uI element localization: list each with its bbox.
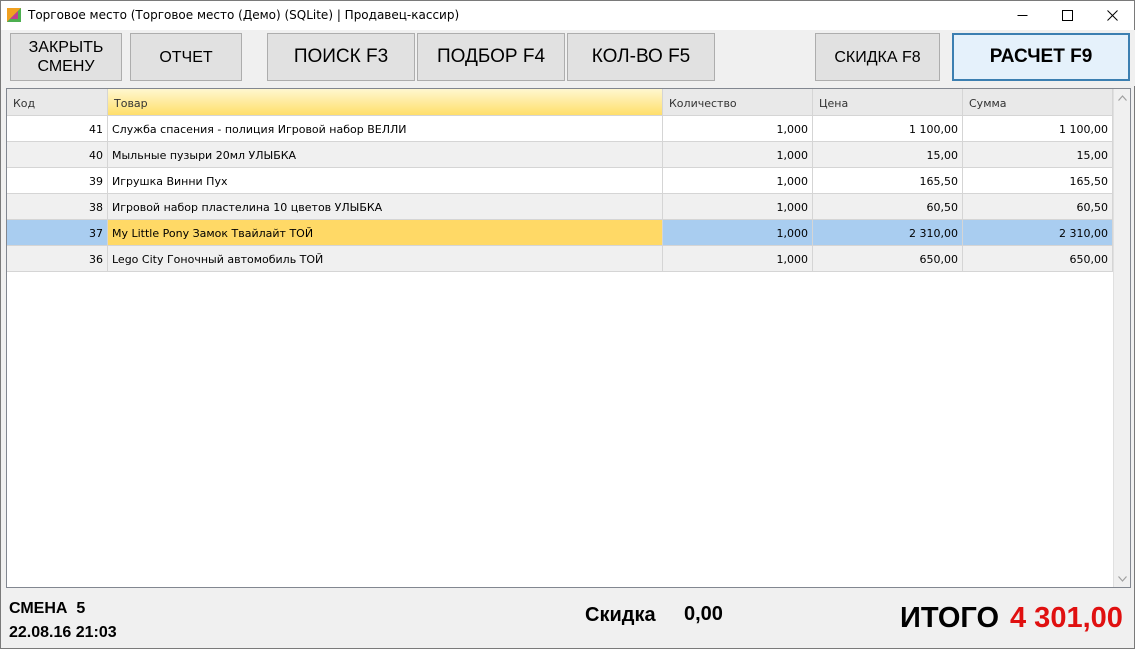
window-title: Торговое место (Торговое место (Демо) (S…: [28, 8, 460, 22]
cell-code: 40: [7, 142, 108, 168]
cell-quantity: 1,000: [663, 142, 813, 168]
cell-sum: 1 100,00: [963, 116, 1113, 142]
cell-price: 2 310,00: [813, 220, 963, 246]
app-icon: [7, 8, 21, 22]
report-label: ОТЧЕТ: [159, 48, 213, 66]
search-button[interactable]: ПОИСК F3: [267, 33, 415, 81]
cell-sum: 60,50: [963, 194, 1113, 220]
column-header-quantity[interactable]: Количество: [663, 89, 813, 116]
search-label: ПОИСК F3: [293, 46, 389, 67]
cell-price: 165,50: [813, 168, 963, 194]
cell-name: Служба спасения - полиция Игровой набор …: [108, 116, 663, 142]
cell-name: Игрушка Винни Пух: [108, 168, 663, 194]
shift-datetime: 22.08.16 21:03: [9, 624, 117, 641]
discount-label: Скидка: [585, 604, 656, 626]
close-button[interactable]: [1089, 1, 1135, 30]
table-row-selected[interactable]: 37 My Little Pony Замок Твайлайт ТОЙ 1,0…: [7, 220, 1113, 246]
column-header-code[interactable]: Код: [7, 89, 108, 116]
vertical-scrollbar[interactable]: [1113, 89, 1130, 587]
cell-sum: 15,00: [963, 142, 1113, 168]
scroll-down-button[interactable]: [1114, 570, 1130, 587]
cell-quantity: 1,000: [663, 116, 813, 142]
discount-button-label: СКИДКА F8: [834, 48, 921, 66]
minimize-button[interactable]: [999, 1, 1045, 30]
cell-code: 37: [7, 220, 108, 246]
select-button[interactable]: ПОДБОР F4: [417, 33, 565, 81]
table-row[interactable]: 36 Lego City Гоночный автомобиль ТОЙ 1,0…: [7, 246, 1113, 272]
title-bar: Торговое место (Торговое место (Демо) (S…: [1, 1, 1134, 30]
cell-quantity: 1,000: [663, 194, 813, 220]
maximize-button[interactable]: [1044, 1, 1090, 30]
cell-sum: 2 310,00: [963, 220, 1113, 246]
shift-number: СМЕНА 5: [9, 600, 86, 617]
app-window: Торговое место (Торговое место (Демо) (S…: [0, 0, 1135, 649]
table-row[interactable]: 38 Игровой набор пластелина 10 цветов УЛ…: [7, 194, 1113, 220]
total-label: ИТОГО: [900, 602, 1000, 634]
report-button[interactable]: ОТЧЕТ: [130, 33, 242, 81]
chevron-up-icon: [1118, 94, 1127, 101]
cell-name: Игровой набор пластелина 10 цветов УЛЫБК…: [108, 194, 663, 220]
cell-name: Мыльные пузыри 20мл УЛЫБКА: [108, 142, 663, 168]
cell-price: 60,50: [813, 194, 963, 220]
cell-code: 36: [7, 246, 108, 272]
discount-value: 0,00: [684, 603, 723, 625]
total-value: 4 301,00: [1010, 602, 1123, 634]
checkout-button[interactable]: РАСЧЕТ F9: [952, 33, 1130, 81]
select-label: ПОДБОР F4: [436, 46, 546, 67]
column-header-name[interactable]: Товар: [108, 89, 663, 116]
cell-code: 39: [7, 168, 108, 194]
cell-quantity: 1,000: [663, 168, 813, 194]
cell-code: 38: [7, 194, 108, 220]
cell-code: 41: [7, 116, 108, 142]
chevron-down-icon: [1118, 575, 1127, 582]
cell-name: My Little Pony Замок Твайлайт ТОЙ: [108, 220, 663, 246]
table-row[interactable]: 40 Мыльные пузыри 20мл УЛЫБКА 1,000 15,0…: [7, 142, 1113, 168]
checkout-label: РАСЧЕТ F9: [989, 46, 1093, 67]
cell-sum: 650,00: [963, 246, 1113, 272]
close-shift-label-line1: ЗАКРЫТЬ: [28, 39, 104, 56]
cell-price: 650,00: [813, 246, 963, 272]
column-header-sum[interactable]: Сумма: [963, 89, 1113, 116]
cell-price: 1 100,00: [813, 116, 963, 142]
grid-rows: 41 Служба спасения - полиция Игровой наб…: [7, 116, 1113, 272]
cell-name: Lego City Гоночный автомобиль ТОЙ: [108, 246, 663, 272]
grid-header: Код Товар Количество Цена Сумма: [7, 89, 1113, 116]
minimize-icon: [1017, 15, 1027, 16]
discount-button[interactable]: СКИДКА F8: [815, 33, 940, 81]
column-header-price[interactable]: Цена: [813, 89, 963, 116]
scroll-up-button[interactable]: [1114, 89, 1130, 106]
cell-sum: 165,50: [963, 168, 1113, 194]
maximize-icon: [1061, 10, 1073, 21]
items-grid[interactable]: Код Товар Количество Цена Сумма 41 Служб…: [6, 88, 1131, 588]
cell-quantity: 1,000: [663, 220, 813, 246]
cell-price: 15,00: [813, 142, 963, 168]
close-icon: [1106, 10, 1118, 21]
quantity-button[interactable]: КОЛ-ВО F5: [567, 33, 715, 81]
close-shift-button[interactable]: ЗАКРЫТЬ СМЕНУ: [10, 33, 122, 81]
table-row[interactable]: 41 Служба спасения - полиция Игровой наб…: [7, 116, 1113, 142]
cell-quantity: 1,000: [663, 246, 813, 272]
toolbar: ЗАКРЫТЬ СМЕНУ ОТЧЕТ ПОИСК F3 ПОДБОР F4 К…: [2, 30, 1135, 86]
table-row[interactable]: 39 Игрушка Винни Пух 1,000 165,50 165,50: [7, 168, 1113, 194]
close-shift-label-line2: СМЕНУ: [37, 58, 95, 75]
quantity-label: КОЛ-ВО F5: [591, 46, 691, 67]
